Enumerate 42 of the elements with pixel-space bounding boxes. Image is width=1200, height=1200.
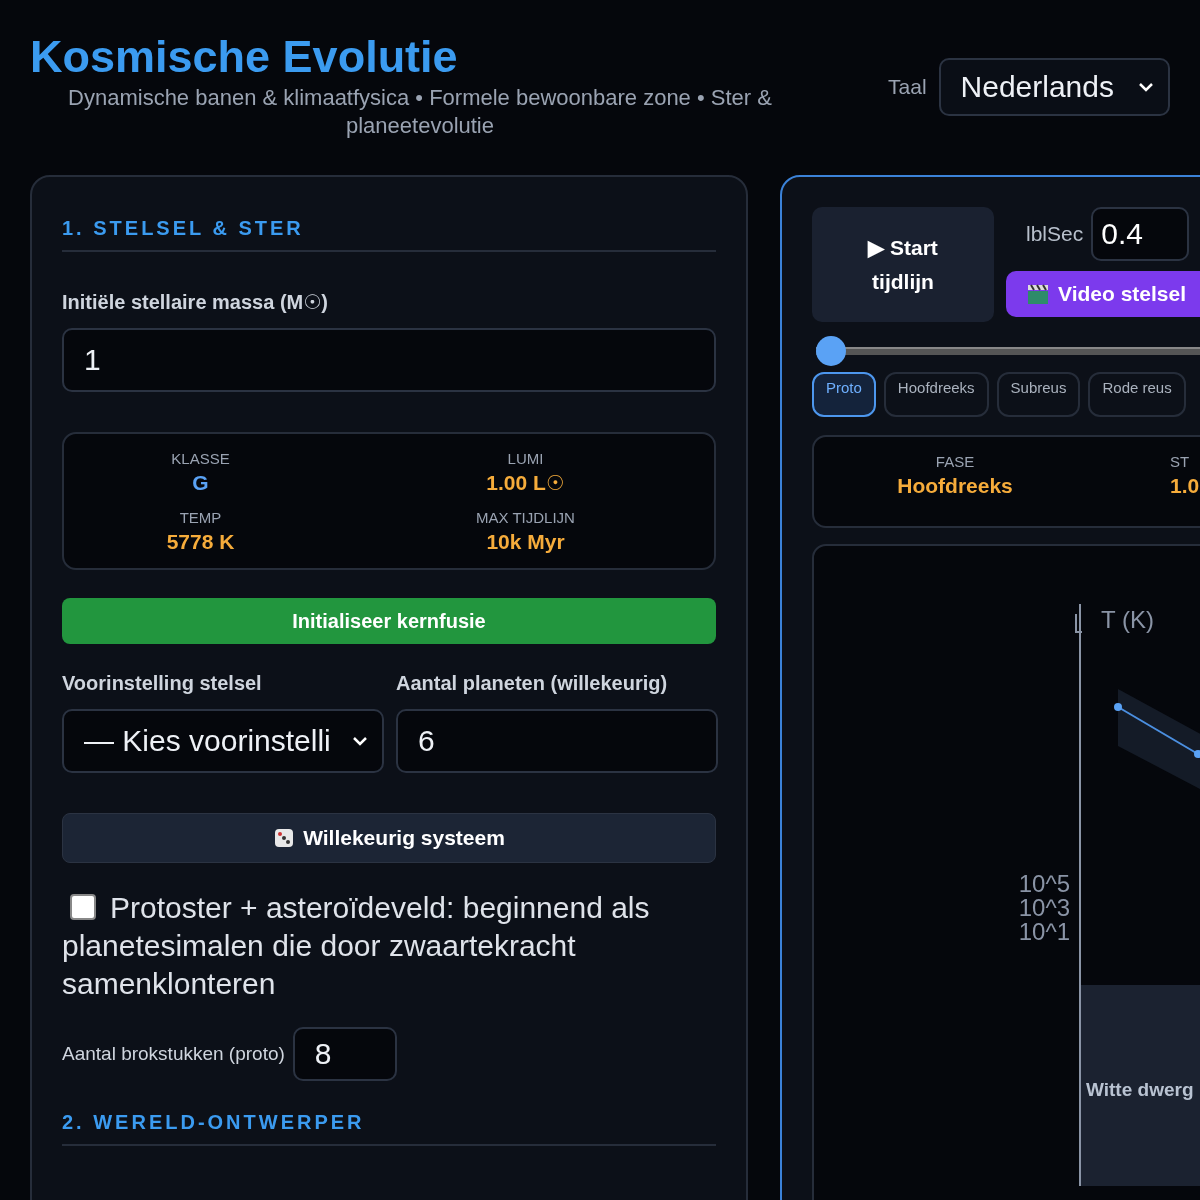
stat-label: MAX TIJDLIJN — [476, 509, 575, 526]
section-heading: 1. STELSEL & STER — [62, 217, 716, 252]
video-button[interactable]: Video stelsel — [1006, 271, 1200, 317]
section-heading: 2. WERELD-ONTWERPER — [62, 1111, 716, 1146]
start-timeline-button[interactable]: ▶ Start tijdlijn — [812, 207, 994, 322]
axis-tick-label: 10^1 — [1018, 918, 1070, 945]
stat-label: TEMP — [179, 509, 222, 526]
fragments-input[interactable]: 8 — [292, 1027, 397, 1081]
axis-tick-label: 10^3 — [1018, 894, 1070, 921]
axis-label: T (K) — [1101, 606, 1154, 633]
preset-select[interactable]: — Kies voorinstelli — [62, 709, 384, 773]
field-label: Aantal planeten (willekeurig) — [396, 672, 669, 695]
stat-value: 1.0 — [1170, 474, 1200, 498]
planet-count-input[interactable]: 6 — [396, 709, 718, 773]
field-label: Aantal brokstukken (proto) — [62, 1043, 285, 1065]
protostar-option[interactable]: Protoster + asteroïdeveld: beginnend als planetesimalen die door zwaartekracht samenklonteren — [62, 889, 716, 1003]
language-select[interactable]: Nederlands — [938, 58, 1170, 116]
random-system-button[interactable]: Willekeurig systeem — [62, 813, 716, 863]
stat-value: 1.00 L☉ — [486, 471, 565, 495]
app-title: Kosmische Evolutie — [30, 30, 459, 84]
phase-tab[interactable]: Hoofdreeks — [883, 372, 989, 417]
field-label: Initiële stellaire massa (M☉) — [62, 290, 329, 314]
speed-input[interactable]: 0.4 — [1091, 207, 1190, 261]
stat-label: ST — [1170, 453, 1190, 470]
field-label: Voorinstelling stelsel — [62, 672, 263, 695]
stat-label: KLASSE — [171, 450, 230, 467]
axis-tick-label: 10^5 — [1018, 870, 1070, 897]
speed-label: lblSec — [1026, 222, 1084, 246]
phase-tab[interactable]: Proto — [812, 372, 876, 417]
phase-tab[interactable]: Rode reus — [1088, 372, 1186, 417]
app-subtitle: Dynamische banen & klimaatfysica • Formele bewoonbare zone • Ster & planeetevolutie — [67, 84, 773, 140]
region-label: Witte dwerg — [1086, 1079, 1194, 1100]
stat-value: G — [192, 471, 209, 495]
phase-tab[interactable]: Subreus — [996, 372, 1081, 417]
mass-input[interactable]: 1 — [62, 328, 716, 392]
stat-value: 10k Myr — [486, 530, 565, 554]
stat-value: Hoofdreeks — [897, 474, 1013, 498]
language-label: Taal — [888, 75, 927, 99]
stat-label: LUMI — [507, 450, 544, 467]
stat-label: FASE — [935, 453, 975, 470]
stat-value: 5778 K — [166, 530, 235, 554]
init-fusion-button[interactable]: Initialiseer kernfusie — [62, 598, 716, 644]
